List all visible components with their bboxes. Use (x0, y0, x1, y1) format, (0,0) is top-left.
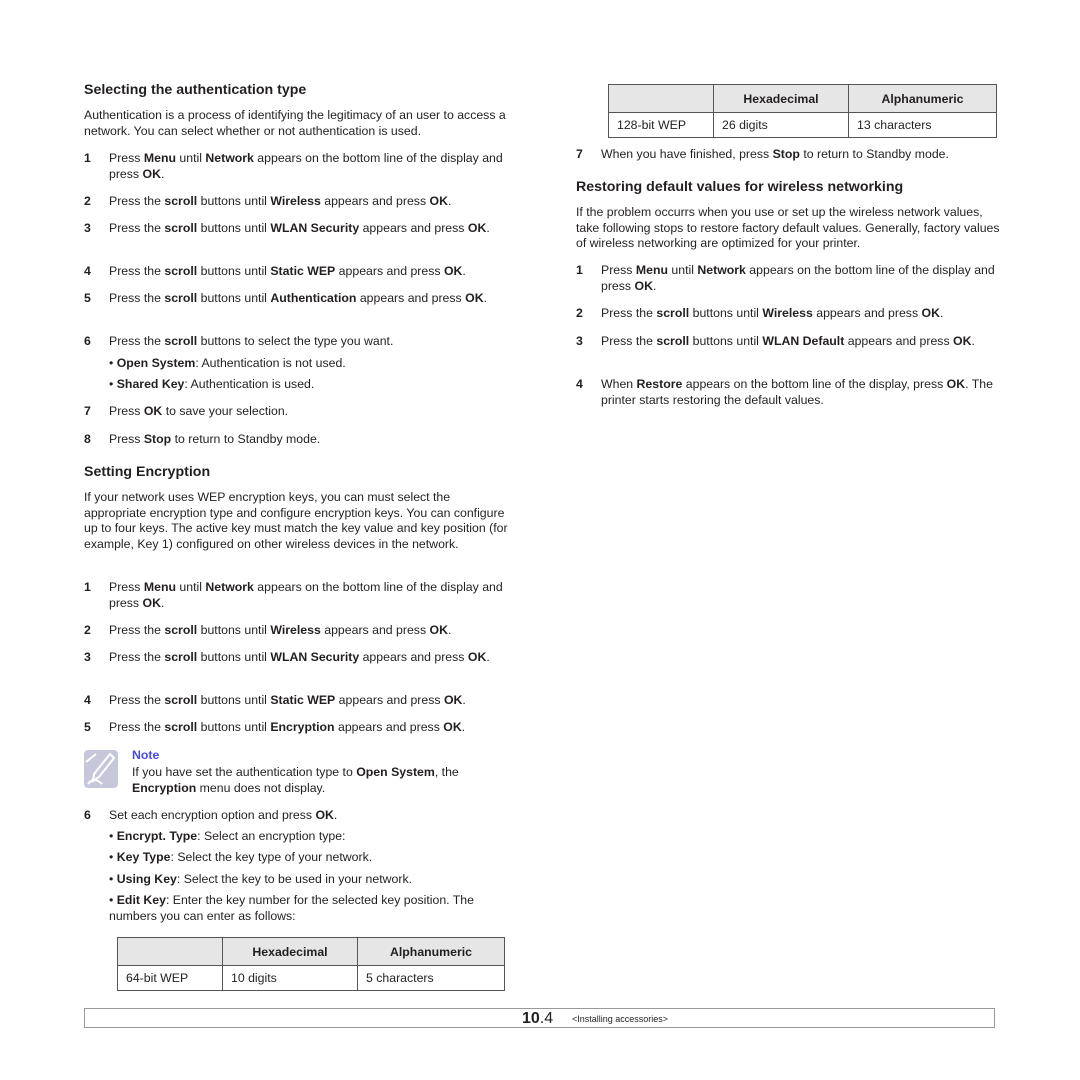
step-text: Press the scroll buttons until Encryptio… (109, 720, 466, 734)
step-text: Press the scroll buttons until WLAN Secu… (109, 650, 490, 664)
step-text: Press Stop to return to Standby mode. (109, 432, 321, 446)
table-header-row: Hexadecimal Alphanumeric (608, 84, 997, 113)
bullet-desc: : Authentication is not used. (195, 356, 346, 370)
bullet-desc: : Authentication is used. (184, 377, 315, 391)
table-row: 128-bit WEP 26 digits 13 characters (608, 112, 997, 138)
bullet-term: Shared Key (116, 377, 185, 391)
encryption-intro: If your network uses WEP encryption keys… (84, 490, 508, 551)
page-footer: 10.4 <Installing accessories> (84, 1008, 995, 1028)
step-number: 3 (576, 334, 583, 348)
key-length-table-128bit: Hexadecimal Alphanumeric 128-bit WEP 26 … (608, 84, 997, 138)
note-pencil-icon (84, 750, 118, 788)
step-text: Press the scroll buttons until Static WE… (109, 693, 466, 707)
step-number: 3 (84, 221, 91, 235)
heading-restoring-defaults: Restoring default values for wireless ne… (576, 179, 904, 195)
bullet-desc: : Select an encryption type: (197, 829, 346, 843)
step-text: Press Menu until Network appears on the … (601, 263, 995, 293)
table-cell: 26 digits (713, 112, 849, 138)
bullet-desc: : Select the key to be used in your netw… (176, 872, 413, 886)
table-header-cell: Hexadecimal (222, 937, 358, 966)
heading-setting-encryption: Setting Encryption (84, 464, 211, 480)
table-header-cell (608, 84, 714, 113)
step-text: Press Menu until Network appears on the … (109, 580, 503, 610)
step-text: Press the scroll buttons until Wireless … (601, 306, 944, 320)
step-text: Press the scroll buttons until WLAN Secu… (109, 221, 490, 235)
chapter-number: 10 (522, 1010, 540, 1027)
step-text: Press the scroll buttons to select the t… (109, 334, 394, 348)
step-text: Press Menu until Network appears on the … (109, 151, 503, 181)
step-number: 4 (576, 377, 583, 391)
table-cell: 13 characters (848, 112, 997, 138)
bullet-term: Open System (116, 356, 196, 370)
note-title: Note (132, 748, 160, 762)
step-number: 8 (84, 432, 91, 446)
step-text: Press the scroll buttons until Wireless … (109, 194, 452, 208)
heading-authentication-type: Selecting the authentication type (84, 82, 307, 98)
step-text: Press the scroll buttons until Static WE… (109, 264, 466, 278)
step-number: 5 (84, 720, 91, 734)
table-header-cell: Alphanumeric (848, 84, 997, 113)
bullet-desc: : Select the key type of your network. (170, 850, 373, 864)
step-text: Press the scroll buttons until Authentic… (109, 291, 487, 305)
step-text: When Restore appears on the bottom line … (601, 377, 993, 407)
section-title: <Installing accessories> (572, 1014, 669, 1024)
enc-bullet: • Using Key: Select the key to be used i… (109, 872, 413, 886)
table-cell: 5 characters (357, 965, 505, 991)
step-text: Press the scroll buttons until WLAN Defa… (601, 334, 975, 348)
bullet-term: Edit Key (116, 893, 166, 907)
step-number: 1 (84, 580, 91, 594)
step-number: 2 (84, 623, 91, 637)
table-header-row: Hexadecimal Alphanumeric (117, 937, 505, 966)
step-number: 4 (84, 264, 91, 278)
step-text: Press the scroll buttons until Wireless … (109, 623, 452, 637)
table-cell: 128-bit WEP (608, 112, 714, 138)
step-number: 1 (576, 263, 583, 277)
page-subnumber: .4 (539, 1010, 554, 1027)
bullet-term: Using Key (116, 872, 177, 886)
bullet-term: Encrypt. Type (116, 829, 198, 843)
table-cell: 10 digits (222, 965, 358, 991)
step-number: 1 (84, 151, 91, 165)
table-header-cell: Alphanumeric (357, 937, 505, 966)
step-number: 2 (84, 194, 91, 208)
key-length-table-64bit: Hexadecimal Alphanumeric 64-bit WEP 10 d… (117, 937, 505, 991)
enc-bullet: • Edit Key: Enter the key number for the… (109, 893, 474, 923)
step-text: Set each encryption option and press OK. (109, 808, 338, 822)
enc-bullet: • Encrypt. Type: Select an encryption ty… (109, 829, 346, 843)
step-number: 6 (84, 334, 91, 348)
step-text: Press OK to save your selection. (109, 404, 289, 418)
table-header-cell (117, 937, 223, 966)
step-number: 6 (84, 808, 91, 822)
step-number: 7 (576, 147, 583, 161)
step-number: 5 (84, 291, 91, 305)
auth-intro: Authentication is a process of identifyi… (84, 108, 506, 138)
step-text: When you have finished, press Stop to re… (601, 147, 949, 161)
table-row: 64-bit WEP 10 digits 5 characters (117, 965, 505, 991)
note-text: If you have set the authentication type … (132, 765, 459, 795)
step-number: 3 (84, 650, 91, 664)
table-cell: 64-bit WEP (117, 965, 223, 991)
restore-intro: If the problem occurrs when you use or s… (576, 205, 1000, 251)
step-number: 2 (576, 306, 583, 320)
bullet-term: Key Type (116, 850, 171, 864)
page-number: 10.4 (522, 1010, 553, 1028)
auth-bullet: • Open System: Authentication is not use… (109, 356, 346, 370)
enc-bullet: • Key Type: Select the key type of your … (109, 850, 373, 864)
step-number: 7 (84, 404, 91, 418)
table-header-cell: Hexadecimal (713, 84, 849, 113)
auth-bullet: • Shared Key: Authentication is used. (109, 377, 315, 391)
step-number: 4 (84, 693, 91, 707)
